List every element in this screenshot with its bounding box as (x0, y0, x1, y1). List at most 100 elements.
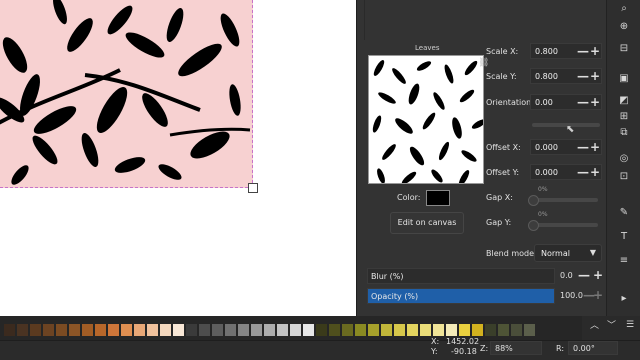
offset-y-increment[interactable]: + (590, 166, 600, 178)
palette-swatch[interactable] (225, 324, 236, 336)
pattern-preview-image (369, 56, 483, 183)
palette-swatch[interactable] (420, 324, 431, 336)
scale-y-decrement[interactable]: — (577, 70, 589, 82)
blend-mode-value: Normal (541, 249, 570, 258)
drawing-canvas[interactable] (0, 0, 356, 316)
palette-swatch[interactable] (511, 324, 522, 336)
palette-swatch[interactable] (186, 324, 197, 336)
opacity-row[interactable]: Opacity (%) 100.0 — + (367, 288, 605, 304)
palette-swatch[interactable] (69, 324, 80, 336)
offset-x-field[interactable]: 0.000 — + (530, 139, 602, 155)
align-icon[interactable]: ⊞ (617, 110, 631, 124)
palette-swatch[interactable] (134, 324, 145, 336)
palette-swatch[interactable] (459, 324, 470, 336)
offset-x-increment[interactable]: + (590, 141, 600, 153)
clip-icon[interactable]: ◎ (617, 152, 631, 166)
opacity-value[interactable]: 100.0 (560, 291, 583, 300)
palette-swatch[interactable] (30, 324, 41, 336)
opacity-increment[interactable]: + (593, 288, 603, 302)
palette-swatch[interactable] (524, 324, 535, 336)
palette-swatch[interactable] (56, 324, 67, 336)
opacity-slider[interactable]: Opacity (%) (367, 288, 555, 304)
fill-stroke-icon[interactable]: ◩ (617, 94, 631, 108)
palette-swatch[interactable] (329, 324, 340, 336)
blur-slider[interactable]: Blur (%) (367, 268, 555, 284)
blend-mode-select[interactable]: Normal ▼ (534, 244, 602, 262)
palette-swatch[interactable] (108, 324, 119, 336)
scale-x-decrement[interactable]: — (577, 45, 589, 57)
palette-swatch[interactable] (212, 324, 223, 336)
zoom-field[interactable]: 88% (490, 341, 542, 355)
text-icon[interactable]: T (617, 230, 631, 244)
gap-y-slider[interactable] (532, 223, 598, 227)
blur-decrement[interactable]: — (578, 268, 590, 282)
scale-y-increment[interactable]: + (590, 70, 600, 82)
zoom-icon[interactable]: ⊕ (617, 20, 631, 34)
palette-scroll-down-icon[interactable]: ﹀ (607, 318, 616, 331)
palette-swatch[interactable] (394, 324, 405, 336)
gap-x-slider-knob[interactable] (528, 195, 539, 206)
palette-swatch[interactable] (95, 324, 106, 336)
pattern-preview[interactable] (368, 55, 484, 184)
palette-scroll-up-icon[interactable]: ︿ (590, 318, 599, 331)
orientation-increment[interactable]: + (590, 96, 600, 108)
scale-y-field[interactable]: 0.800 — + (530, 68, 602, 84)
orientation-field[interactable]: 0.00 — + (530, 94, 602, 110)
palette-swatch[interactable] (160, 324, 171, 336)
offset-y-value: 0.000 (535, 168, 558, 177)
layers-icon[interactable]: ▣ (617, 72, 631, 86)
offset-x-decrement[interactable]: — (577, 141, 589, 153)
palette-swatch[interactable] (316, 324, 327, 336)
gap-x-slider[interactable] (532, 198, 598, 202)
search-icon[interactable]: ⌕ (617, 2, 631, 16)
orientation-decrement[interactable]: — (577, 96, 589, 108)
palette-swatch[interactable] (17, 324, 28, 336)
palette-swatch[interactable] (407, 324, 418, 336)
edit-path-icon[interactable]: ✎ (617, 206, 631, 220)
transform-icon[interactable]: ⧉ (617, 126, 631, 140)
palette-swatch[interactable] (121, 324, 132, 336)
scale-handle[interactable] (248, 183, 258, 193)
palette-swatch[interactable] (381, 324, 392, 336)
palette-swatch[interactable] (485, 324, 496, 336)
palette-swatch[interactable] (355, 324, 366, 336)
edit-on-canvas-button[interactable]: Edit on canvas (390, 212, 464, 234)
blur-value[interactable]: 0.0 (560, 271, 573, 280)
scale-x-field[interactable]: 0.800 — + (530, 43, 602, 59)
palette-swatch[interactable] (173, 324, 184, 336)
palette-swatch[interactable] (277, 324, 288, 336)
color-label: Color: (397, 193, 421, 202)
scale-x-increment[interactable]: + (590, 45, 600, 57)
blur-increment[interactable]: + (593, 268, 603, 282)
palette-swatch[interactable] (472, 324, 483, 336)
palette-swatch[interactable] (4, 324, 15, 336)
palette-swatch[interactable] (303, 324, 314, 336)
palette-swatch[interactable] (342, 324, 353, 336)
pattern-color-swatch[interactable] (426, 190, 450, 206)
expand-toolbar-icon[interactable]: ▸ (617, 292, 631, 306)
page-border (0, 0, 253, 188)
xml-editor-icon[interactable]: ⊟ (617, 42, 631, 56)
offset-y-decrement[interactable]: — (577, 166, 589, 178)
objects-icon[interactable]: ≡ (617, 254, 631, 268)
palette-swatch[interactable] (446, 324, 457, 336)
palette-swatch[interactable] (199, 324, 210, 336)
palette-menu-icon[interactable]: ☰ (626, 320, 634, 330)
palette-swatch[interactable] (264, 324, 275, 336)
offset-y-field[interactable]: 0.000 — + (530, 164, 602, 180)
gap-y-slider-knob[interactable] (528, 220, 539, 231)
palette-swatch[interactable] (290, 324, 301, 336)
blend-mode-label: Blend mode: (486, 249, 537, 258)
palette-swatch[interactable] (498, 324, 509, 336)
palette-swatch[interactable] (238, 324, 249, 336)
palette-swatch[interactable] (433, 324, 444, 336)
palette-swatch[interactable] (368, 324, 379, 336)
palette-swatch[interactable] (82, 324, 93, 336)
rotation-field[interactable]: 0.00° (568, 341, 618, 355)
link-scale-icon[interactable]: ⛓ (478, 58, 489, 68)
palette-swatch[interactable] (43, 324, 54, 336)
palette-swatch[interactable] (251, 324, 262, 336)
palette-swatch[interactable] (147, 324, 158, 336)
blur-row[interactable]: Blur (%) 0.0 — + (367, 268, 605, 284)
group-icon[interactable]: ⊡ (617, 170, 631, 184)
